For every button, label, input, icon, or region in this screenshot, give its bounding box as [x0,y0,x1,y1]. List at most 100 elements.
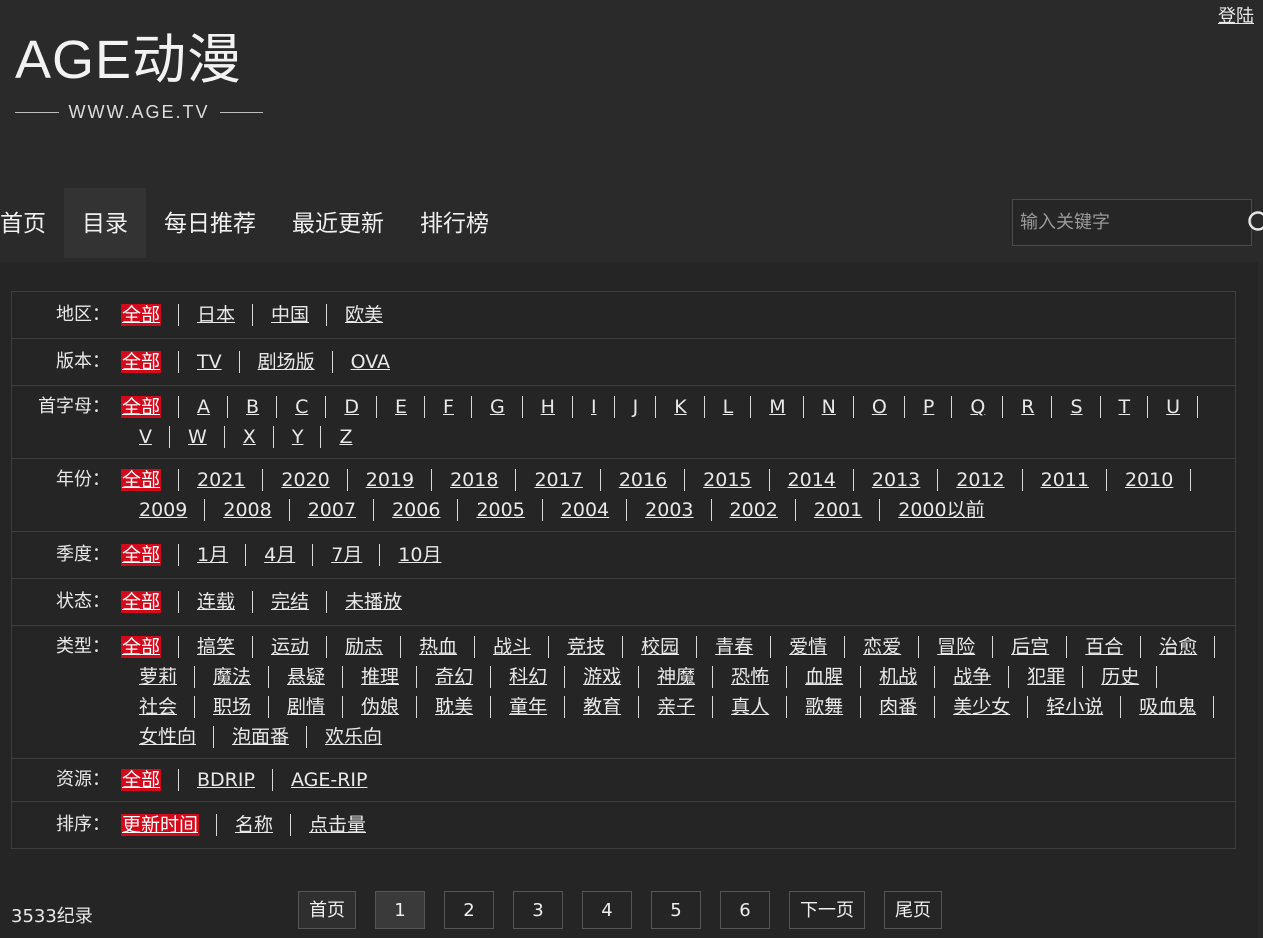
filter-option-link[interactable]: 历史 [1101,666,1139,688]
filter-option-link[interactable]: 点击量 [309,814,366,836]
filter-option-link[interactable]: 恐怖 [731,666,769,688]
filter-option-link[interactable]: X [243,426,256,448]
filter-option-link[interactable]: 剧情 [287,696,325,718]
filter-option-link[interactable]: 百合 [1085,636,1123,658]
filter-option-link[interactable]: S [1070,396,1082,418]
filter-option-link[interactable]: 7月 [331,544,362,566]
filter-option-link[interactable]: 冒险 [937,636,975,658]
next-page-button[interactable]: 下一页 [789,891,865,929]
filter-option-link[interactable]: N [822,396,836,418]
filter-option-link[interactable]: 神魔 [657,666,695,688]
filter-option-link[interactable]: 中国 [271,304,309,326]
page-button[interactable]: 4 [582,891,632,929]
first-page-button[interactable]: 首页 [298,891,356,929]
filter-option-link[interactable]: 2015 [703,469,751,491]
filter-option-link[interactable]: 热血 [419,636,457,658]
filter-option-link[interactable]: 2000以前 [898,499,984,521]
nav-item-4[interactable]: 排行榜 [402,188,507,258]
filter-option-link[interactable]: 校园 [641,636,679,658]
filter-option-link[interactable]: 2008 [223,499,271,521]
filter-option-link[interactable]: 女性向 [139,726,196,748]
filter-option-link[interactable]: 爱情 [789,636,827,658]
nav-item-0[interactable]: 首页 [0,188,64,258]
filter-option-link[interactable]: 悬疑 [287,666,325,688]
filter-option-link[interactable]: 肉番 [879,696,917,718]
filter-option-link[interactable]: O [872,396,887,418]
filter-option-link[interactable]: 2002 [730,499,778,521]
filter-option-link[interactable]: R [1021,396,1034,418]
filter-option-link[interactable]: M [769,396,785,418]
filter-option-link[interactable]: 全部 [121,396,162,418]
page-button[interactable]: 2 [444,891,494,929]
filter-option-link[interactable]: 2010 [1125,469,1173,491]
search-icon[interactable] [1247,203,1263,243]
filter-option-link[interactable]: P [923,396,934,418]
filter-option-link[interactable]: 血腥 [805,666,843,688]
filter-option-link[interactable]: 2012 [956,469,1004,491]
filter-option-link[interactable]: 2018 [450,469,498,491]
filter-option-link[interactable]: 游戏 [583,666,621,688]
nav-item-2[interactable]: 每日推荐 [146,188,274,258]
nav-item-1[interactable]: 目录 [64,188,146,258]
filter-option-link[interactable]: 亲子 [657,696,695,718]
page-button[interactable]: 1 [375,891,425,929]
filter-option-link[interactable]: OVA [351,351,390,373]
filter-option-link[interactable]: G [490,396,505,418]
filter-option-link[interactable]: 童年 [509,696,547,718]
filter-option-link[interactable]: L [723,396,734,418]
filter-option-link[interactable]: 全部 [121,544,162,566]
filter-option-link[interactable]: 全部 [121,304,162,326]
filter-option-link[interactable]: 剧场版 [258,351,315,373]
filter-option-link[interactable]: F [443,396,454,418]
filter-option-link[interactable]: A [197,396,210,418]
filter-option-link[interactable]: 治愈 [1159,636,1197,658]
filter-option-link[interactable]: B [246,396,259,418]
filter-option-link[interactable]: 职场 [213,696,251,718]
filter-option-link[interactable]: 2007 [308,499,356,521]
filter-option-link[interactable]: D [344,396,359,418]
filter-option-link[interactable]: 伪娘 [361,696,399,718]
filter-option-link[interactable]: 更新时间 [121,814,200,836]
filter-option-link[interactable]: 萝莉 [139,666,177,688]
filter-option-link[interactable]: 2013 [872,469,920,491]
filter-option-link[interactable]: 1月 [197,544,228,566]
filter-option-link[interactable]: 美少女 [953,696,1010,718]
filter-option-link[interactable]: 犯罪 [1027,666,1065,688]
filter-option-link[interactable]: 教育 [583,696,621,718]
filter-option-link[interactable]: 泡面番 [232,726,289,748]
filter-option-link[interactable]: 2001 [814,499,862,521]
filter-option-link[interactable]: 2009 [139,499,187,521]
filter-option-link[interactable]: 10月 [398,544,441,566]
filter-option-link[interactable]: 恋爱 [863,636,901,658]
filter-option-link[interactable]: 搞笑 [197,636,235,658]
filter-option-link[interactable]: E [395,396,407,418]
filter-option-link[interactable]: 机战 [879,666,917,688]
filter-option-link[interactable]: 真人 [731,696,769,718]
filter-option-link[interactable]: 2016 [619,469,667,491]
filter-option-link[interactable]: Y [292,426,304,448]
filter-option-link[interactable]: 吸血鬼 [1139,696,1196,718]
filter-option-link[interactable]: 未播放 [345,591,402,613]
filter-option-link[interactable]: Z [339,426,352,448]
filter-option-link[interactable]: 2014 [788,469,836,491]
filter-option-link[interactable]: 2017 [534,469,582,491]
filter-option-link[interactable]: 2006 [392,499,440,521]
filter-option-link[interactable]: 2011 [1041,469,1089,491]
filter-option-link[interactable]: 2005 [476,499,524,521]
filter-option-link[interactable]: U [1166,396,1180,418]
filter-option-link[interactable]: 魔法 [213,666,251,688]
filter-option-link[interactable]: 2021 [197,469,245,491]
filter-option-link[interactable]: K [674,396,686,418]
filter-option-link[interactable]: 全部 [121,469,162,491]
filter-option-link[interactable]: 励志 [345,636,383,658]
filter-option-link[interactable]: AGE-RIP [291,769,368,791]
filter-option-link[interactable]: 日本 [197,304,235,326]
page-button[interactable]: 6 [720,891,770,929]
nav-item-3[interactable]: 最近更新 [274,188,402,258]
filter-option-link[interactable]: C [295,396,308,418]
filter-option-link[interactable]: 科幻 [509,666,547,688]
filter-option-link[interactable]: 名称 [235,814,273,836]
filter-option-link[interactable]: 2019 [366,469,414,491]
page-button[interactable]: 5 [651,891,701,929]
filter-option-link[interactable]: 社会 [139,696,177,718]
